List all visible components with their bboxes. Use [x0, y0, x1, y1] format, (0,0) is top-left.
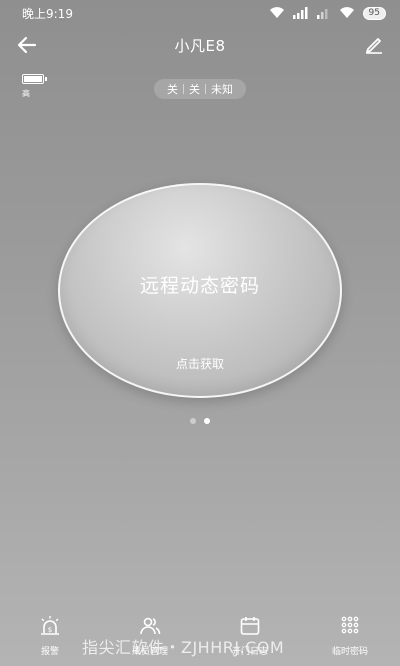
nav-label-alarm: 报警: [40, 647, 59, 657]
back-arrow-icon[interactable]: [14, 32, 40, 58]
page-indicator: [190, 418, 210, 424]
status-icons: 95: [269, 6, 386, 20]
card-title: 远程动态密码: [139, 275, 260, 297]
nav-item-alarm[interactable]: $ 报警: [10, 614, 90, 657]
page-title: 小凡E8: [174, 36, 226, 55]
edit-pencil-icon[interactable]: [362, 32, 386, 56]
status-chip-1: 关: [167, 83, 178, 96]
page-dot-1[interactable]: [190, 418, 196, 424]
status-chip-2: 关: [189, 83, 200, 96]
lock-battery-fill: [24, 76, 42, 82]
get-password-button[interactable]: 点击获取: [60, 355, 340, 372]
status-chip-3: 未知: [211, 83, 233, 96]
nav-label-temp-password: 临时密码: [331, 647, 368, 657]
page-dot-2[interactable]: [204, 418, 210, 424]
signal-hd-icon: [292, 7, 308, 19]
status-time: 晚上9:19: [22, 6, 73, 21]
watermark: 指尖汇软件・ZJHHRJ.COM: [82, 638, 285, 657]
lock-battery: 高: [22, 74, 48, 99]
status-bar: 晚上9:19 95: [0, 0, 400, 26]
nav-item-temp-password[interactable]: 临时密码: [310, 614, 390, 657]
wifi-icon-2: [339, 7, 354, 19]
keypad-icon: [341, 616, 359, 634]
phone-battery-icon: 95: [362, 6, 386, 20]
alarm-icon: $: [41, 616, 59, 635]
svg-text:$: $: [48, 626, 52, 634]
top-bar: 小凡E8: [0, 26, 400, 64]
lock-battery-label: 高: [22, 89, 30, 98]
wifi-icon: [269, 7, 284, 19]
signal-icon: [316, 9, 328, 19]
remote-password-card[interactable]: 远程动态密码 点击获取: [58, 183, 342, 398]
lock-status-chips: 关 关 未知: [154, 79, 246, 99]
lock-battery-icon: [22, 74, 47, 84]
